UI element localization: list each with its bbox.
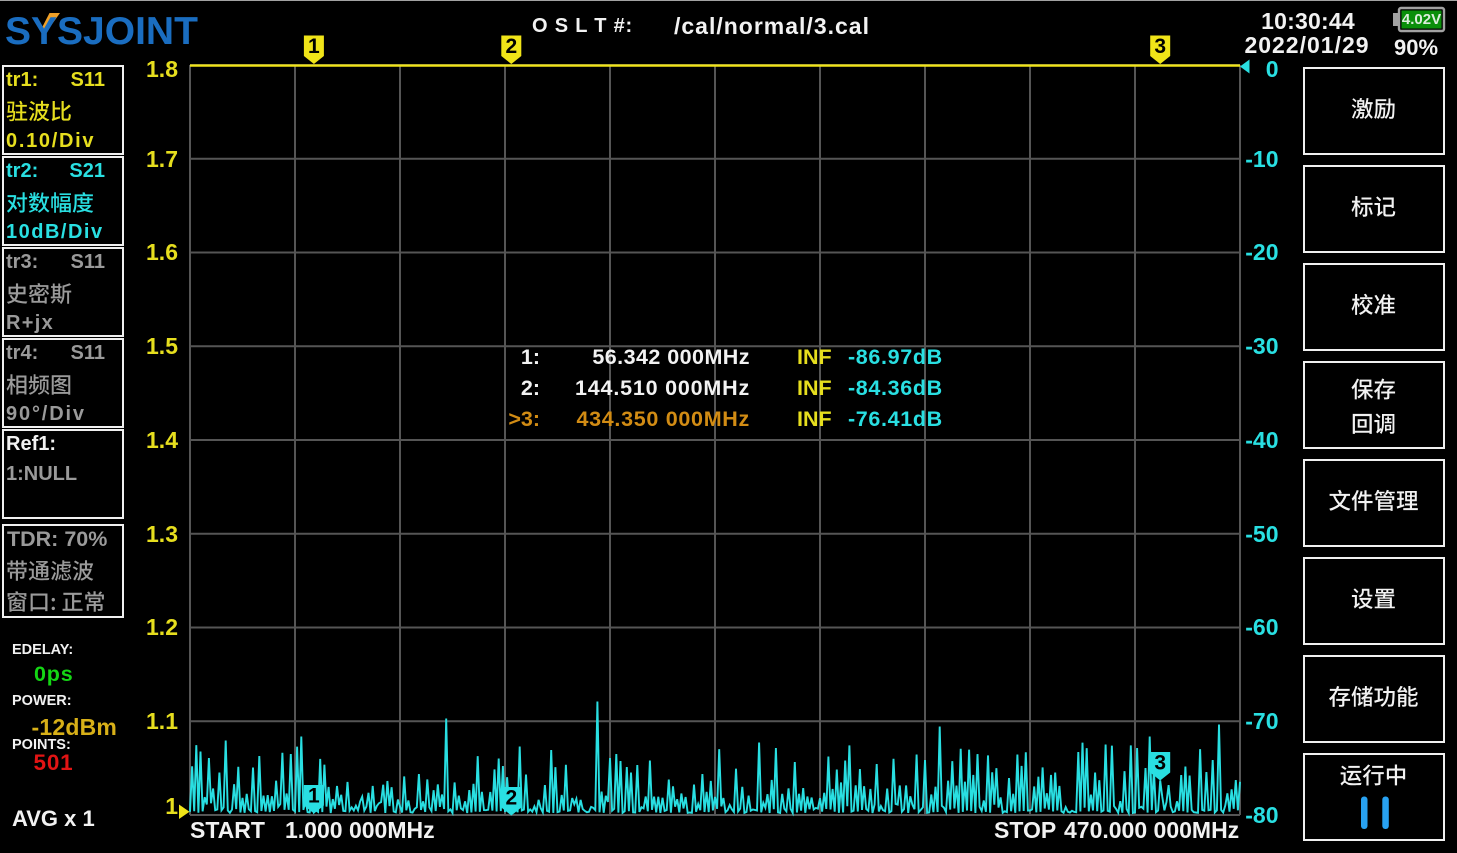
svg-text:1: 1 (308, 785, 320, 808)
svg-text:3: 3 (1154, 752, 1166, 775)
svg-text:2: 2 (505, 787, 517, 810)
svg-text:2: 2 (505, 35, 517, 58)
svg-text:3: 3 (1154, 35, 1166, 58)
svg-text:1: 1 (308, 35, 320, 58)
